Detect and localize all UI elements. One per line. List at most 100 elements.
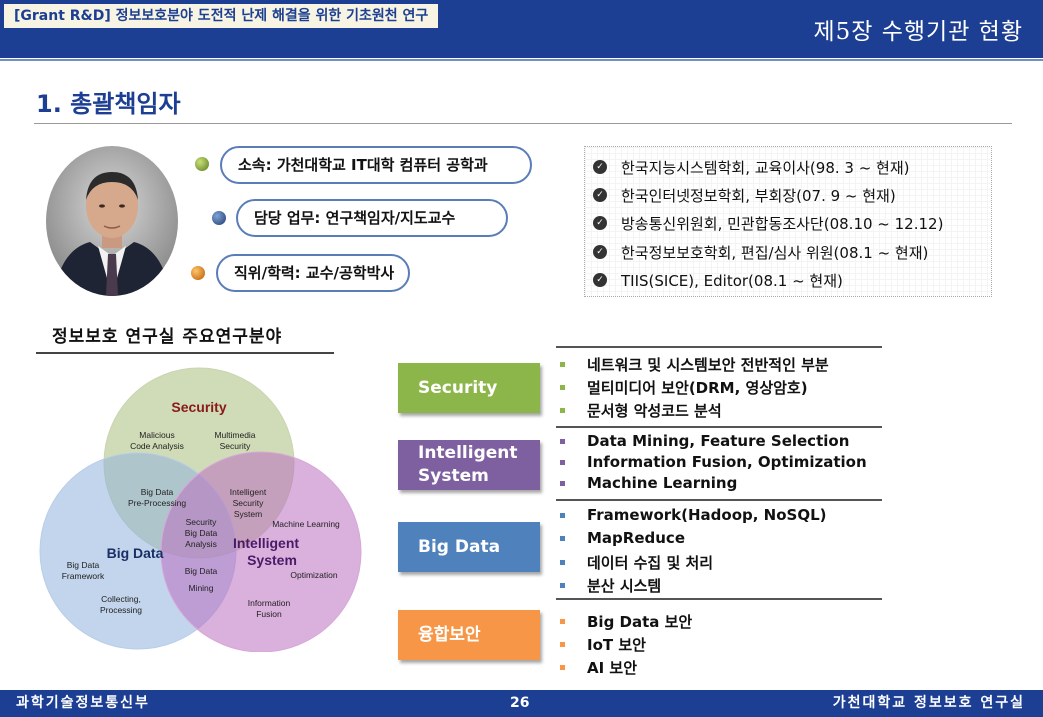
page-number: 26 — [510, 695, 530, 711]
venn-label: Security — [220, 441, 251, 451]
item-text: 문서형 악성코드 분석 — [587, 402, 722, 420]
green-bullet-icon — [195, 157, 209, 171]
square-bullet-icon — [560, 619, 565, 624]
square-bullet-icon — [560, 535, 565, 541]
category-item: 데이터 수집 및 처리 — [560, 552, 713, 573]
item-text: MapReduce — [587, 529, 685, 547]
item-text: Framework(Hadoop, NoSQL) — [587, 506, 827, 524]
category-item: Data Mining, Feature Selection — [560, 432, 849, 450]
venn-label: System — [234, 509, 262, 519]
category-label: Security — [418, 377, 498, 398]
venn-label: Big Data — [185, 566, 218, 576]
header-rule — [0, 59, 1043, 61]
check-icon: ✓ — [593, 188, 607, 202]
venn-label: Big Data — [67, 560, 100, 570]
category-bigdata-box: Big Data — [398, 522, 540, 572]
position-pill: 직위/학력: 교수/공학박사 — [216, 254, 410, 292]
item-text: AI 보안 — [587, 659, 638, 677]
venn-label: Processing — [100, 605, 142, 615]
category-item: AI 보안 — [560, 657, 637, 678]
item-text: Big Data 보안 — [587, 613, 693, 631]
category-item: Framework(Hadoop, NoSQL) — [560, 506, 827, 524]
category-item: 분산 시스템 — [560, 575, 661, 596]
category-item: Big Data 보안 — [560, 611, 692, 632]
footer-bar: 과학기술정보통신부 26 가천대학교 정보보호 연구실 — [0, 690, 1043, 717]
venn-security-title: Security — [171, 399, 226, 415]
venn-label: Code Analysis — [130, 441, 184, 451]
category-label: System — [418, 466, 489, 486]
venn-label: Multimedia — [214, 430, 255, 440]
venn-label: Security — [233, 498, 264, 508]
square-bullet-icon — [560, 560, 565, 565]
item-text: IoT 보안 — [587, 636, 646, 654]
venn-label: Pre-Processing — [128, 498, 186, 508]
item-text: Machine Learning — [587, 474, 738, 492]
category-label: Big Data — [418, 536, 501, 557]
square-bullet-icon — [560, 665, 565, 670]
research-area-heading: 정보보호 연구실 주요연구분야 — [52, 327, 283, 347]
item-text: Information Fusion, Optimization — [587, 453, 867, 471]
venn-label: Fusion — [256, 609, 282, 619]
item-text: 데이터 수집 및 처리 — [587, 554, 714, 572]
career-text: 한국정보보호학회, 편집/심사 위원(08.1 ~ 현재) — [621, 243, 929, 262]
item-text: 분산 시스템 — [587, 577, 662, 595]
category-divider — [556, 346, 882, 348]
venn-bigdata-title: Big Data — [107, 545, 164, 561]
venn-intelligent-title: Intelligent — [233, 535, 299, 551]
category-divider — [556, 598, 882, 600]
category-divider — [556, 499, 882, 501]
venn-label: Optimization — [290, 570, 338, 580]
career-text: 방송통신위원회, 민관합동조사단(08.10 ~ 12.12) — [621, 214, 944, 233]
item-text: 네트워크 및 시스템보안 전반적인 부분 — [587, 356, 829, 374]
grant-tag: [Grant R&D] 정보보호분야 도전적 난제 해결을 위한 기초원천 연구 — [4, 4, 439, 28]
category-item: MapReduce — [560, 529, 685, 547]
footer-ministry: 과학기술정보통신부 — [16, 695, 150, 711]
venn-label: Big Data — [141, 487, 174, 497]
profile-photo — [46, 146, 178, 296]
header-bar: [Grant R&D] 정보보호분야 도전적 난제 해결을 위한 기초원천 연구… — [0, 0, 1043, 58]
category-item: Machine Learning — [560, 474, 737, 492]
category-label: Intelligent — [418, 443, 518, 463]
square-bullet-icon — [560, 385, 565, 390]
category-item: 네트워크 및 시스템보안 전반적인 부분 — [560, 354, 829, 375]
career-text: 한국인터넷정보학회, 부회장(07. 9 ~ 현재) — [621, 186, 896, 205]
orange-bullet-icon — [191, 266, 205, 280]
heading-underline — [36, 352, 334, 354]
check-icon: ✓ — [593, 160, 607, 174]
affiliation-pill: 소속: 가천대학교 IT대학 컴퓨터 공학과 — [220, 146, 532, 184]
square-bullet-icon — [560, 362, 565, 367]
square-bullet-icon — [560, 512, 565, 518]
category-item: 멀티미디어 보안(DRM, 영상암호) — [560, 377, 808, 398]
venn-label: Intelligent — [230, 487, 267, 497]
career-item: ✓ TIIS(SICE), Editor(08.1 ~ 현재) — [593, 268, 843, 292]
career-item: ✓ 한국지능시스템학회, 교육이사(98. 3 ~ 현재) — [593, 155, 910, 179]
square-bullet-icon — [560, 408, 565, 413]
check-icon: ✓ — [593, 273, 607, 287]
item-text: Data Mining, Feature Selection — [587, 432, 850, 450]
career-item: ✓ 방송통신위원회, 민관합동조사단(08.10 ~ 12.12) — [593, 211, 943, 235]
career-text: TIIS(SICE), Editor(08.1 ~ 현재) — [621, 271, 843, 290]
page-title: 1. 총괄책임자 — [36, 90, 181, 118]
category-divider — [556, 426, 882, 428]
footer-lab: 가천대학교 정보보호 연구실 — [832, 695, 1025, 711]
career-text: 한국지능시스템학회, 교육이사(98. 3 ~ 현재) — [621, 158, 910, 177]
title-divider — [34, 123, 1012, 124]
chapter-title: 제5장 수행기관 현황 — [813, 19, 1023, 45]
career-list: ✓ 한국지능시스템학회, 교육이사(98. 3 ~ 현재) ✓ 한국인터넷정보학회,… — [584, 146, 992, 297]
category-security-box: Security — [398, 363, 540, 413]
venn-label: Information — [248, 598, 291, 608]
blue-bullet-icon — [212, 211, 226, 225]
category-item: IoT 보안 — [560, 634, 646, 655]
duty-pill: 담당 업무: 연구책임자/지도교수 — [236, 199, 508, 237]
category-intelligent-box: Intelligent System — [398, 440, 540, 490]
category-item: 문서형 악성코드 분석 — [560, 400, 722, 421]
square-bullet-icon — [560, 642, 565, 647]
square-bullet-icon — [560, 438, 565, 444]
venn-label: Mining — [188, 583, 213, 593]
square-bullet-icon — [560, 583, 565, 588]
category-label: 융합보안 — [418, 624, 481, 645]
venn-intelligent-title: System — [247, 552, 297, 568]
category-item: Information Fusion, Optimization — [560, 453, 867, 471]
career-item: ✓ 한국인터넷정보학회, 부회장(07. 9 ~ 현재) — [593, 183, 896, 207]
venn-label: Analysis — [185, 539, 217, 549]
